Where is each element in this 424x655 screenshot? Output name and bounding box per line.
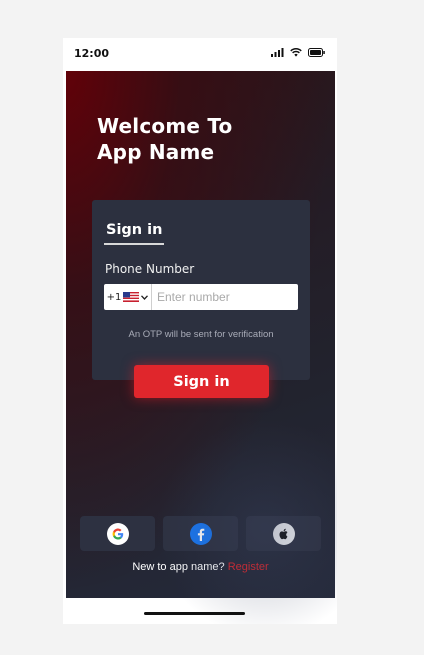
facebook-icon (189, 522, 212, 545)
phone-number-input[interactable] (152, 285, 297, 309)
battery-icon (308, 48, 325, 57)
wifi-icon (290, 48, 302, 57)
chevron-down-icon (141, 294, 149, 300)
welcome-heading: Welcome To App Name (97, 114, 233, 164)
google-signin-button[interactable] (80, 516, 155, 551)
app-screen: Welcome To App Name Sign in Phone Number… (66, 71, 337, 624)
facebook-signin-button[interactable] (163, 516, 238, 551)
phone-input-group: +1 (104, 284, 298, 310)
signin-card: Sign in Phone Number +1 Enter number An … (92, 200, 310, 380)
signal-icon (271, 48, 284, 57)
apple-signin-button[interactable] (246, 516, 321, 551)
register-prompt-text: New to app name? (132, 561, 225, 573)
us-flag-icon (123, 292, 140, 302)
apple-icon (272, 522, 295, 545)
country-code: +1 (106, 291, 122, 303)
phone-number-label: Phone Number (105, 262, 195, 276)
phone-frame: 12:00 Welcome To App Name Sign in Phone … (63, 38, 337, 624)
google-icon (106, 522, 129, 545)
signin-button[interactable]: Sign in (134, 365, 269, 398)
status-time: 12:00 (74, 47, 110, 60)
status-icons (271, 48, 325, 57)
signin-tab[interactable]: Sign in (106, 222, 162, 238)
home-indicator[interactable] (144, 612, 245, 615)
otp-note: An OTP will be sent for verification (128, 329, 274, 340)
register-prompt: New to app name? Register (66, 561, 335, 573)
register-link[interactable]: Register (228, 561, 269, 573)
signin-tab-underline (104, 243, 164, 245)
country-code-select[interactable]: +1 (104, 284, 152, 310)
page: 12:00 Welcome To App Name Sign in Phone … (0, 0, 424, 655)
social-login-row (80, 516, 321, 551)
status-bar: 12:00 (63, 38, 337, 71)
